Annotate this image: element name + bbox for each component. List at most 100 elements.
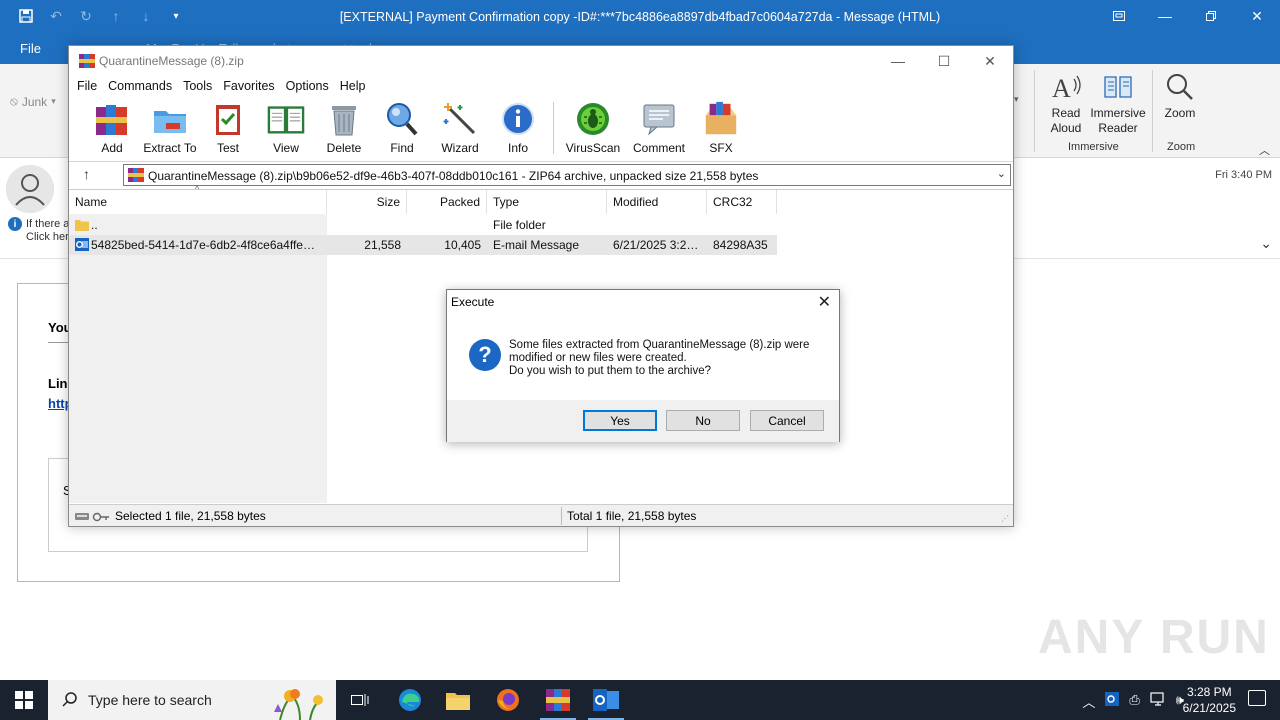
winrar-window-controls: — ☐ ✕ [875,46,1013,76]
menu-file[interactable]: File [20,41,41,56]
yes-button[interactable]: Yes [583,410,657,431]
show-hidden-icons-icon[interactable]: ︿ [1082,692,1095,711]
resize-grip-icon[interactable]: ⋰ [1001,514,1011,524]
svg-text:A: A [1052,74,1071,103]
read-aloud-button[interactable]: A Read Aloud [1044,70,1088,136]
ribbon-separator [1152,70,1153,152]
column-size[interactable]: Size [327,190,407,214]
windows-start-icon[interactable] [0,680,48,720]
file-explorer-icon[interactable] [434,680,482,720]
column-crc32[interactable]: CRC32 [707,190,777,214]
comment-button[interactable]: Comment [626,100,692,158]
menu-tools[interactable]: Tools [183,76,220,98]
table-row[interactable]: .. File folder [69,215,777,235]
menu-file[interactable]: File [77,76,105,98]
junk-icon: ⦸ [10,94,18,108]
winrar-titlebar: QuarantineMessage (8).zip — ☐ ✕ [69,46,1013,76]
extract-to-label: Extract To [143,141,197,155]
clock-time: 3:28 PM [1186,685,1232,699]
outlook-window-controls: — ✕ [1096,0,1280,32]
archive-path-field[interactable]: QuarantineMessage (8).zip\b9b06e52-df9e-… [123,164,1011,186]
delete-button[interactable]: Delete [315,100,373,158]
find-button[interactable]: Find [373,100,431,158]
view-button[interactable]: View [257,100,315,158]
collapse-ribbon-icon[interactable]: ︿ [1259,142,1270,158]
maximize-icon[interactable]: ☐ [921,46,967,76]
info-button[interactable]: Info [489,100,547,158]
virusscan-button[interactable]: VirusScan [560,100,626,158]
outlook-email-icon [75,238,89,251]
info-icon: i [8,217,22,231]
magnifier-find-icon [383,100,421,138]
cell-packed: 10,405 [444,238,481,252]
add-label: Add [101,141,123,155]
expand-header-icon[interactable]: ⌄ [1260,235,1272,252]
chevron-down-icon[interactable]: ⌄ [997,167,1006,180]
sender-avatar [6,165,54,213]
add-button[interactable]: Add [83,100,141,158]
winrar-toolbar: Add Extract To Test View Delete Find Wiz… [69,100,1013,158]
group-label-zoom: Zoom [1167,141,1196,153]
task-view-icon[interactable] [336,680,384,720]
firefox-icon[interactable] [484,680,532,720]
table-row[interactable]: 54825bed-5414-1d7e-6db2-4f8ce6a4ffe8.eml… [69,235,777,255]
test-label: Test [216,141,239,155]
menu-help[interactable]: Help [340,76,374,98]
column-type[interactable]: Type [487,190,607,214]
device-tray-icon[interactable]: ⎙ [1129,692,1139,711]
file-name: .. [91,218,98,232]
magnifier-icon [1163,70,1197,104]
read-aloud-label: Read Aloud [1050,106,1082,135]
column-packed[interactable]: Packed [407,190,487,214]
comment-icon [640,100,678,138]
taskbar-search-box[interactable]: Type here to search [48,680,336,720]
winrar-taskbar-icon[interactable] [534,680,582,720]
wizard-label: Wizard [441,141,479,155]
notifications-icon[interactable] [1248,690,1266,706]
test-button[interactable]: Test [199,100,257,158]
minimize-icon[interactable]: — [1142,0,1188,32]
drive-key-icon [75,511,111,522]
minimize-icon[interactable]: — [875,46,921,76]
group-label-immersive: Immersive [1068,141,1119,153]
restore-icon[interactable] [1188,0,1234,32]
body-link-label: Lin [48,376,68,391]
open-book-icon [267,100,305,138]
cell-name: 54825bed-5414-1d7e-6db2-4f8ce6a4ffe8.eml [69,235,327,255]
menu-commands[interactable]: Commands [108,76,180,98]
read-aloud-icon: A [1049,70,1083,104]
info-text: If there a [26,218,70,230]
sfx-button[interactable]: SFX [692,100,750,158]
search-highlight-flowers-icon [260,682,330,720]
wizard-button[interactable]: Wizard [431,100,489,158]
menu-options[interactable]: Options [286,76,337,98]
outlook-tray-icon[interactable] [1105,692,1120,711]
junk-button[interactable]: ⦸ Junk ▾ [10,94,56,109]
ribbon-dropdown-icon[interactable]: ▾ [1014,94,1019,105]
menu-favorites[interactable]: Favorites [223,76,282,98]
winrar-menubar: File Commands Tools Favorites Options He… [69,76,376,98]
up-one-level-icon[interactable]: ↑ [83,166,90,182]
network-icon[interactable] [1150,692,1166,711]
info-click-text[interactable]: Click her [26,231,69,243]
outlook-taskbar-icon[interactable] [582,680,630,720]
ribbon-display-options-icon[interactable] [1096,0,1142,32]
comment-label: Comment [632,141,685,155]
file-name: 54825bed-5414-1d7e-6db2-4f8ce6a4ffe8.eml [91,238,327,252]
chevron-down-icon: ▾ [51,96,56,106]
no-button[interactable]: No [666,410,740,431]
virusscan-label: VirusScan [565,141,621,155]
close-icon[interactable]: ✕ [967,46,1013,76]
close-icon[interactable]: ✕ [1234,0,1280,32]
column-modified[interactable]: Modified [607,190,707,214]
cancel-button[interactable]: Cancel [750,410,824,431]
zoom-button[interactable]: Zoom [1163,70,1197,121]
close-icon[interactable]: ✕ [818,292,831,312]
cell-modified [607,215,707,235]
edge-browser-icon[interactable] [386,680,434,720]
immersive-reader-button[interactable]: Immersive Reader [1088,70,1148,136]
status-selected: Selected 1 file, 21,558 bytes [115,509,266,523]
taskbar-clock[interactable]: 3:28 PM 6/21/2025 [1183,684,1236,716]
extract-to-button[interactable]: Extract To [141,100,199,158]
status-total: Total 1 file, 21,558 bytes [567,509,697,523]
